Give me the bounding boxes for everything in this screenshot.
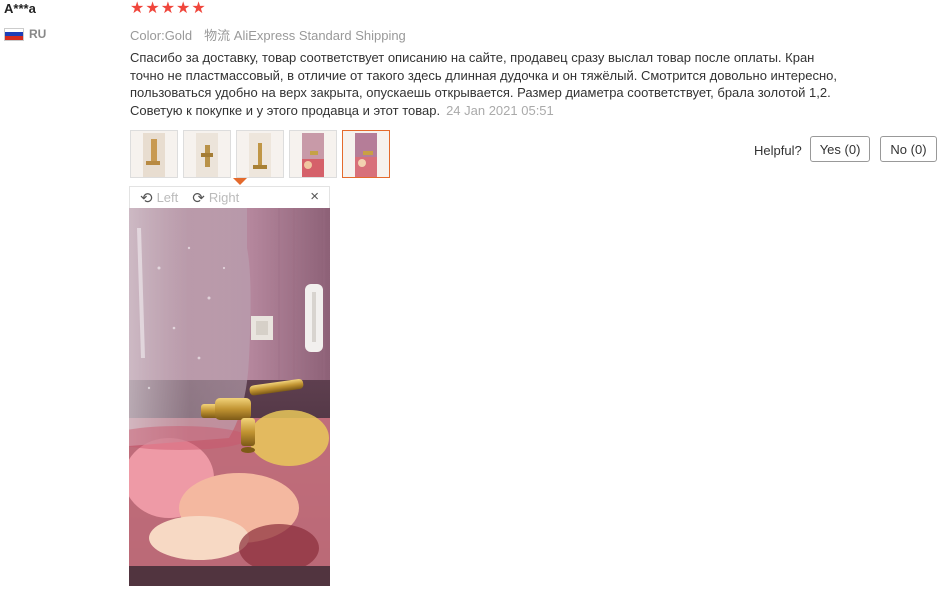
rotate-right-label: Right	[208, 190, 240, 205]
photo-viewer-toolbar: ⟲ Left ⟳ Right ×	[129, 186, 330, 208]
review-body: Спасибо за доставку, товар соответствует…	[130, 49, 850, 119]
photo-thumbnail-1[interactable]	[130, 130, 178, 178]
order-info: Color:Gold 物流 AliExpress Standard Shippin…	[130, 25, 406, 44]
star-icon: ★	[160, 0, 176, 17]
reviewer-name: A***a	[4, 1, 36, 16]
rotate-left-button[interactable]: ⟲ Left	[140, 189, 178, 207]
thumbnail-image	[302, 133, 324, 177]
photo-viewer: ⟲ Left ⟳ Right ×	[129, 186, 330, 586]
photo-thumbnail-5[interactable]	[342, 130, 390, 178]
star-icon: ★	[130, 0, 145, 17]
star-rating: ★ ★ ★ ★ ★	[130, 0, 206, 18]
photo-thumbnail-3[interactable]	[236, 130, 284, 178]
rotate-right-button[interactable]: ⟳ Right	[192, 189, 239, 207]
country-code: RU	[29, 27, 47, 41]
reviewer-country: RU	[4, 27, 46, 41]
helpful-label: Helpful?	[754, 142, 802, 158]
rotate-left-icon: ⟲	[140, 189, 153, 207]
star-icon: ★	[176, 0, 191, 17]
shipping-value: AliExpress Standard Shipping	[233, 28, 406, 43]
star-icon: ★	[191, 0, 206, 17]
rotate-left-label: Left	[156, 190, 179, 205]
review-photo	[129, 208, 330, 586]
thumbnail-image	[355, 133, 377, 177]
review-date: 24 Jan 2021 05:51	[446, 102, 554, 118]
helpful-yes-button[interactable]: Yes (0)	[809, 136, 871, 162]
thumbnail-image	[143, 133, 165, 177]
shipping-label: 物流	[204, 28, 231, 43]
rotate-right-icon: ⟳	[192, 189, 205, 207]
active-thumbnail-indicator	[233, 178, 247, 185]
color-label: Color:	[130, 28, 165, 43]
thumbnail-image	[249, 133, 271, 177]
thumbnail-image	[196, 133, 218, 177]
helpful-vote: Helpful? Yes (0) No (0)	[754, 136, 937, 162]
helpful-no-button[interactable]: No (0)	[880, 136, 937, 162]
photo-thumbnail-4[interactable]	[289, 130, 337, 178]
star-icon: ★	[145, 0, 160, 17]
photo-thumbnail-2[interactable]	[183, 130, 231, 178]
photo-thumbnails	[130, 130, 390, 178]
russia-flag-icon	[4, 27, 24, 41]
color-value: Gold	[164, 28, 193, 43]
close-icon[interactable]: ×	[310, 188, 319, 205]
